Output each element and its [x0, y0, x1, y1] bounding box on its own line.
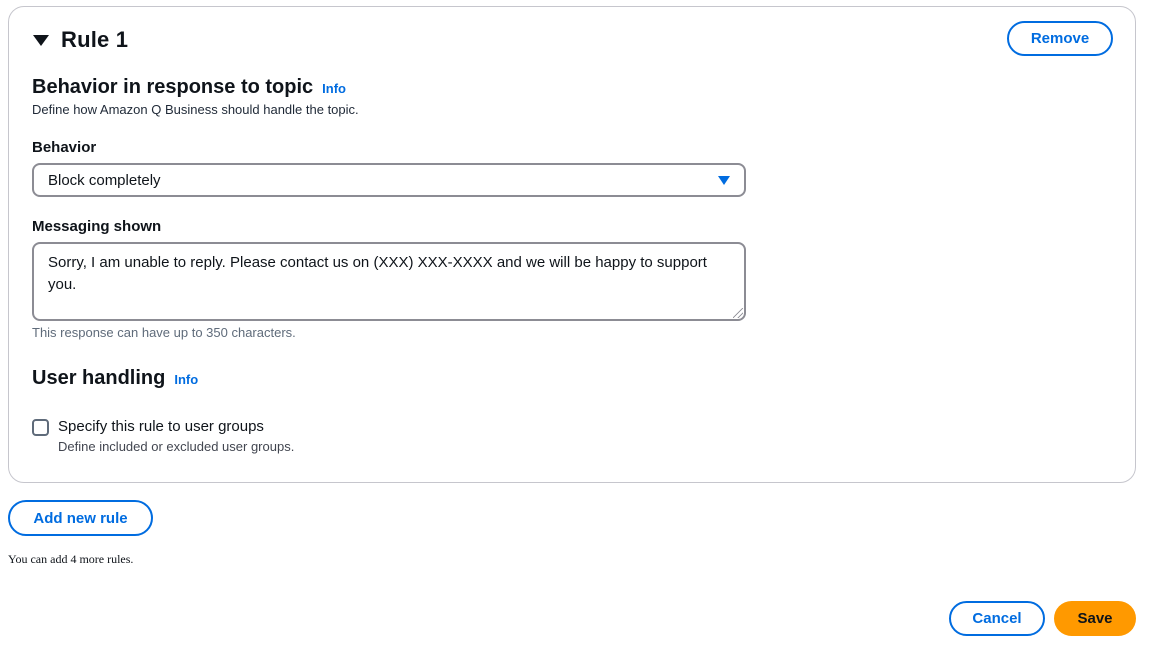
- rule-card: Rule 1 Remove Behavior in response to to…: [8, 6, 1136, 483]
- add-new-rule-button[interactable]: Add new rule: [8, 500, 153, 536]
- behavior-section-description: Define how Amazon Q Business should hand…: [32, 102, 359, 117]
- behavior-section-title: Behavior in response to topic Info: [32, 76, 346, 99]
- user-groups-checkbox-label[interactable]: Specify this rule to user groups: [58, 418, 264, 435]
- rule-title: Rule 1: [61, 27, 129, 52]
- messaging-textarea[interactable]: Sorry, I am unable to reply. Please cont…: [32, 242, 746, 321]
- rule-header[interactable]: Rule 1: [33, 27, 128, 53]
- user-groups-checkbox-description: Define included or excluded user groups.: [58, 439, 295, 454]
- user-groups-checkbox[interactable]: [32, 419, 49, 436]
- rules-remaining-note: You can add 4 more rules.: [8, 552, 134, 566]
- behavior-section-heading: Behavior in response to topic: [32, 76, 314, 98]
- user-handling-info-link[interactable]: Info: [174, 372, 198, 387]
- behavior-select[interactable]: Block completely: [32, 163, 746, 197]
- caret-down-icon: [718, 175, 730, 185]
- behavior-field-label: Behavior: [32, 139, 97, 156]
- behavior-info-link[interactable]: Info: [322, 81, 346, 96]
- resize-handle-icon[interactable]: [733, 308, 743, 318]
- messaging-hint: This response can have up to 350 charact…: [32, 325, 296, 340]
- remove-button[interactable]: Remove: [1007, 21, 1113, 56]
- messaging-field-label: Messaging shown: [32, 218, 162, 235]
- user-handling-heading: User handling: [32, 367, 166, 389]
- behavior-select-value: Block completely: [48, 171, 161, 189]
- save-button[interactable]: Save: [1054, 601, 1136, 636]
- caret-down-icon[interactable]: [33, 34, 49, 46]
- user-handling-section-title: User handling Info: [32, 367, 198, 390]
- cancel-button[interactable]: Cancel: [949, 601, 1045, 636]
